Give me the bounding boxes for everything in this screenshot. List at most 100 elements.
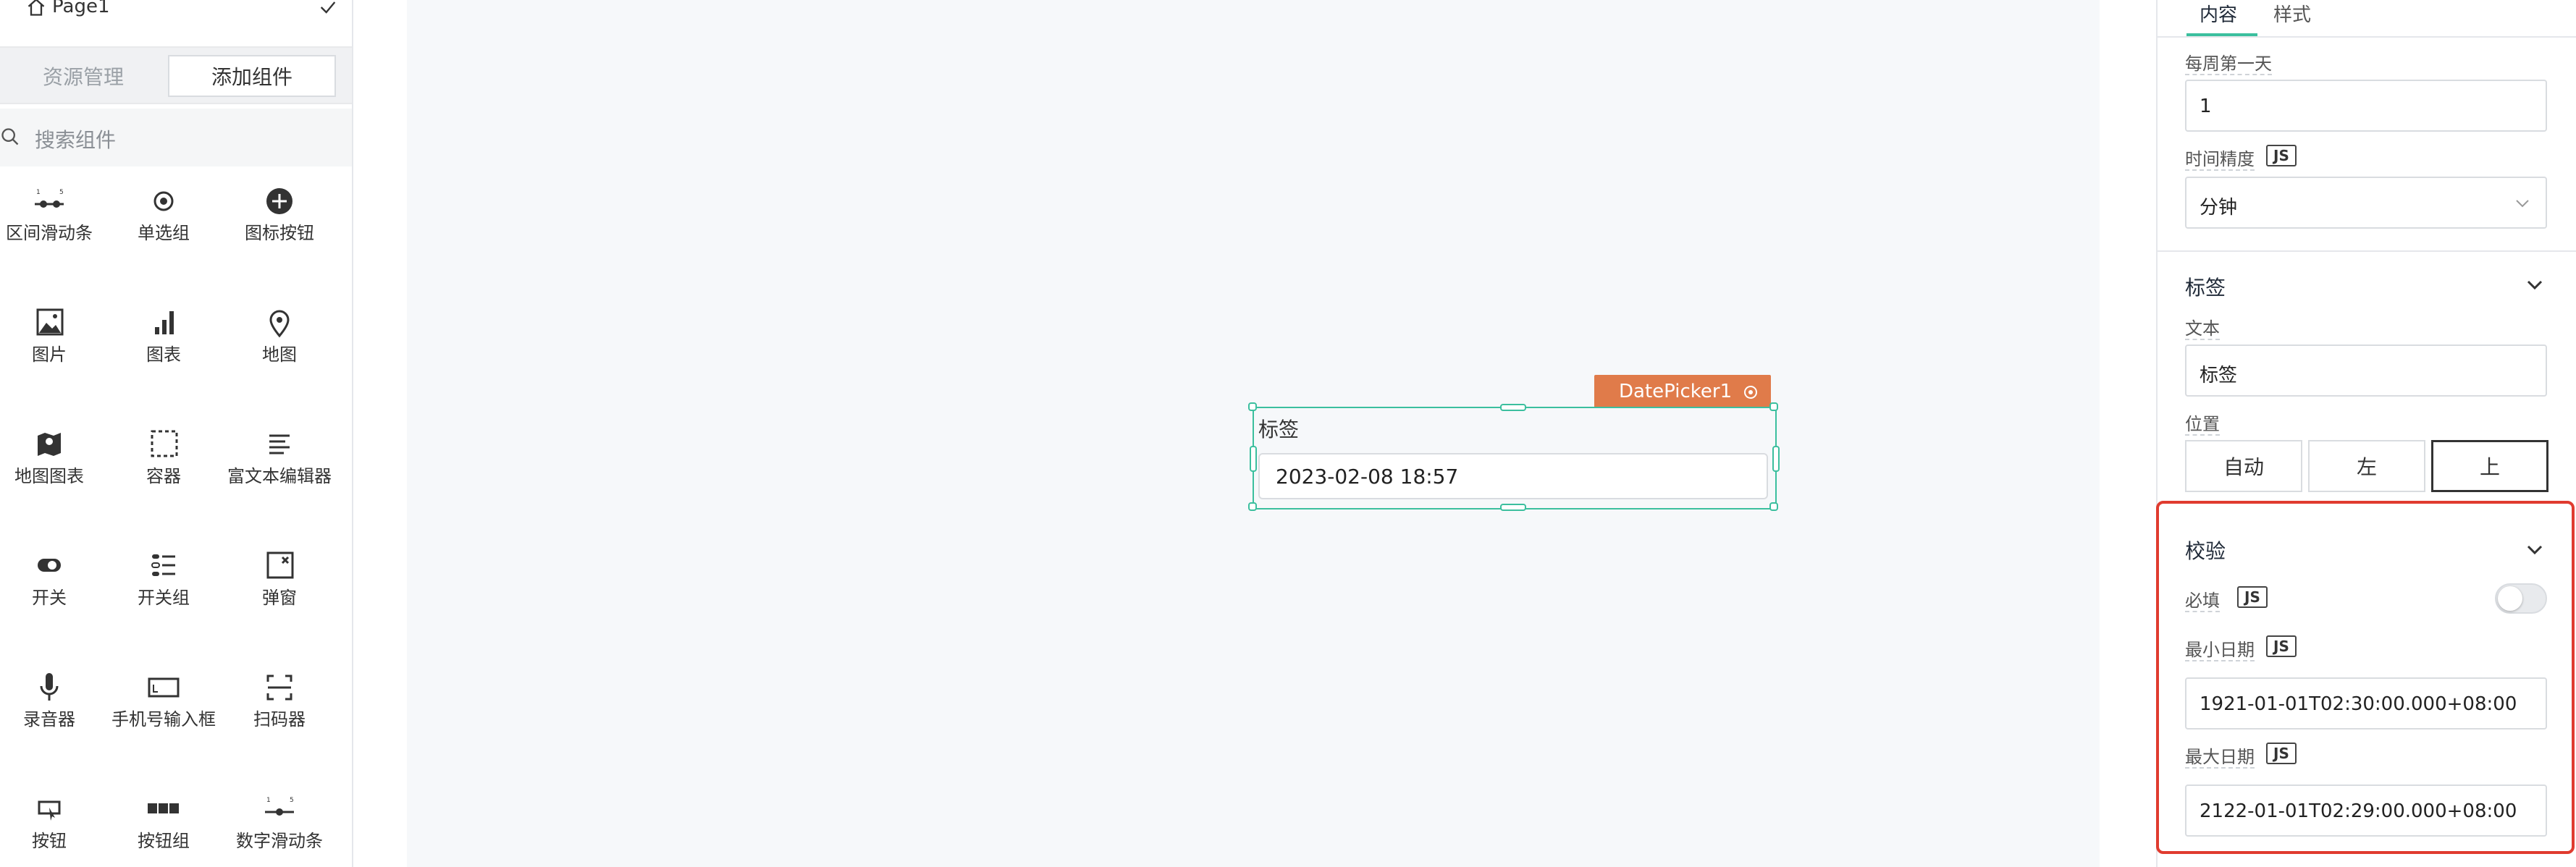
component-search[interactable]: 搜索组件 bbox=[0, 109, 352, 166]
datepicker-label: 标签 bbox=[1258, 418, 1300, 441]
component-range-slider[interactable]: 15 区间滑动条 bbox=[0, 185, 107, 245]
js-toggle-precision[interactable]: JS bbox=[2266, 145, 2297, 166]
position-auto-button[interactable]: 自动 bbox=[2185, 440, 2302, 492]
position-top-button[interactable]: 上 bbox=[2431, 440, 2548, 492]
required-label: 必填 bbox=[2185, 591, 2220, 612]
radio-icon bbox=[153, 191, 174, 211]
number-slider-icon: 15 bbox=[265, 797, 294, 816]
datepicker-input[interactable]: 2023-02-08 18:57 bbox=[1258, 453, 1768, 499]
component-label: 富文本编辑器 bbox=[227, 466, 332, 486]
component-image[interactable]: 图片 bbox=[0, 307, 107, 366]
first-day-input[interactable]: 1 bbox=[2185, 80, 2547, 132]
component-switch[interactable]: 开关 bbox=[0, 550, 107, 609]
tab-divider bbox=[2158, 36, 2576, 38]
js-toggle-required[interactable]: JS bbox=[2237, 586, 2268, 608]
component-button[interactable]: 按钮 bbox=[0, 793, 107, 853]
component-container[interactable]: 容器 bbox=[106, 428, 222, 488]
component-tag[interactable]: DatePicker1 bbox=[1594, 375, 1771, 408]
label-text-value: 标签 bbox=[2200, 365, 2238, 386]
first-day-value: 1 bbox=[2200, 96, 2212, 117]
precision-value: 分钟 bbox=[2200, 197, 2238, 219]
image-icon bbox=[36, 308, 64, 336]
page-name: Page1 bbox=[52, 0, 110, 17]
component-label: 容器 bbox=[146, 466, 181, 486]
max-date-input[interactable]: 2122-01-01T02:29:00.000+08:00 bbox=[2185, 784, 2547, 837]
component-label: 开关 bbox=[32, 588, 67, 608]
gear-icon[interactable] bbox=[1742, 384, 1759, 401]
resize-handle[interactable] bbox=[1772, 446, 1780, 472]
phone-input-icon bbox=[148, 677, 180, 698]
plus-circle-icon bbox=[266, 188, 292, 214]
container-icon bbox=[151, 430, 178, 457]
component-label: 扫码器 bbox=[253, 709, 306, 729]
property-panel: 内容 样式 每周第一天 1 时间精度 JS 分钟 标签 文本 标签 位置 自动 … bbox=[2156, 0, 2576, 867]
required-switch[interactable] bbox=[2495, 583, 2547, 614]
sidebar-tabs: 资源管理 添加组件 bbox=[0, 46, 352, 104]
scan-icon bbox=[266, 674, 292, 701]
map-pin-icon bbox=[269, 310, 290, 338]
page-row[interactable]: Page1 bbox=[0, 0, 353, 22]
js-toggle-min-date[interactable]: JS bbox=[2266, 635, 2297, 657]
resize-handle[interactable] bbox=[1250, 446, 1257, 472]
js-toggle-max-date[interactable]: JS bbox=[2266, 743, 2297, 764]
resize-handle[interactable] bbox=[1769, 402, 1778, 411]
component-label: 数字滑动条 bbox=[236, 831, 323, 851]
switch-knob bbox=[2498, 586, 2522, 611]
component-label: 图表 bbox=[146, 344, 181, 365]
component-phone-input[interactable]: 手机号输入框 bbox=[106, 672, 222, 731]
precision-label: 时间精度 bbox=[2185, 149, 2255, 171]
range-slider-icon: 15 bbox=[35, 189, 64, 208]
precision-select[interactable]: 分钟 bbox=[2185, 177, 2547, 229]
bar-chart-icon bbox=[155, 311, 174, 334]
resize-handle[interactable] bbox=[1769, 502, 1778, 511]
microphone-icon bbox=[40, 673, 59, 701]
label-text-input[interactable]: 标签 bbox=[2185, 344, 2547, 397]
home-icon bbox=[28, 0, 45, 16]
component-rich-text[interactable]: 富文本编辑器 bbox=[222, 428, 337, 488]
switch-group-icon bbox=[151, 554, 175, 576]
label-section-title: 标签 bbox=[2185, 276, 2226, 300]
tab-add-component[interactable]: 添加组件 bbox=[168, 55, 336, 97]
min-date-input[interactable]: 1921-01-01T02:30:00.000+08:00 bbox=[2185, 677, 2547, 729]
datepicker-value: 2023-02-08 18:57 bbox=[1276, 465, 1459, 489]
chevron-down-icon bbox=[2516, 200, 2529, 208]
component-icon-button[interactable]: 图标按钮 bbox=[222, 185, 337, 245]
chevron-down-icon[interactable] bbox=[2525, 278, 2544, 292]
component-chart[interactable]: 图表 bbox=[106, 307, 222, 366]
text-label: 文本 bbox=[2185, 318, 2220, 340]
section-divider bbox=[2158, 250, 2576, 252]
position-label: 位置 bbox=[2185, 414, 2220, 436]
component-label: 图标按钮 bbox=[245, 223, 314, 243]
resize-handle[interactable] bbox=[1500, 404, 1526, 411]
component-number-slider[interactable]: 15 数字滑动条 bbox=[222, 793, 337, 853]
position-left-button[interactable]: 左 bbox=[2308, 440, 2425, 492]
component-switch-group[interactable]: 开关组 bbox=[106, 550, 222, 609]
resize-handle[interactable] bbox=[1248, 402, 1257, 411]
component-label: 录音器 bbox=[23, 709, 75, 729]
chevron-down-icon[interactable] bbox=[2525, 543, 2544, 557]
rich-text-icon bbox=[269, 434, 290, 454]
button-group-icon bbox=[148, 803, 179, 813]
component-modal[interactable]: 弹窗 bbox=[222, 550, 337, 609]
component-map[interactable]: 地图 bbox=[222, 307, 337, 366]
component-radio-group[interactable]: 单选组 bbox=[106, 185, 222, 245]
component-recorder[interactable]: 录音器 bbox=[0, 672, 107, 731]
component-label: 单选组 bbox=[138, 223, 190, 243]
datepicker-widget[interactable]: 标签 2023-02-08 18:57 bbox=[1248, 402, 1780, 511]
resize-handle[interactable] bbox=[1500, 504, 1526, 511]
component-map-chart[interactable]: 地图图表 bbox=[0, 428, 107, 488]
component-scanner[interactable]: 扫码器 bbox=[222, 672, 337, 731]
tab-style[interactable]: 样式 bbox=[2273, 0, 2311, 27]
validation-section-title: 校验 bbox=[2185, 539, 2226, 563]
component-label: 图片 bbox=[32, 344, 67, 365]
component-button-group[interactable]: 按钮组 bbox=[106, 793, 222, 853]
check-icon bbox=[320, 1, 336, 14]
svg-text:5: 5 bbox=[290, 797, 294, 804]
component-label: 手机号输入框 bbox=[111, 709, 216, 729]
tab-content[interactable]: 内容 bbox=[2200, 0, 2237, 27]
tab-assets[interactable]: 资源管理 bbox=[0, 55, 167, 97]
min-date-label: 最小日期 bbox=[2185, 640, 2255, 661]
component-label: 弹窗 bbox=[262, 588, 297, 608]
resize-handle[interactable] bbox=[1248, 502, 1257, 511]
search-input[interactable]: 搜索组件 bbox=[35, 124, 116, 153]
